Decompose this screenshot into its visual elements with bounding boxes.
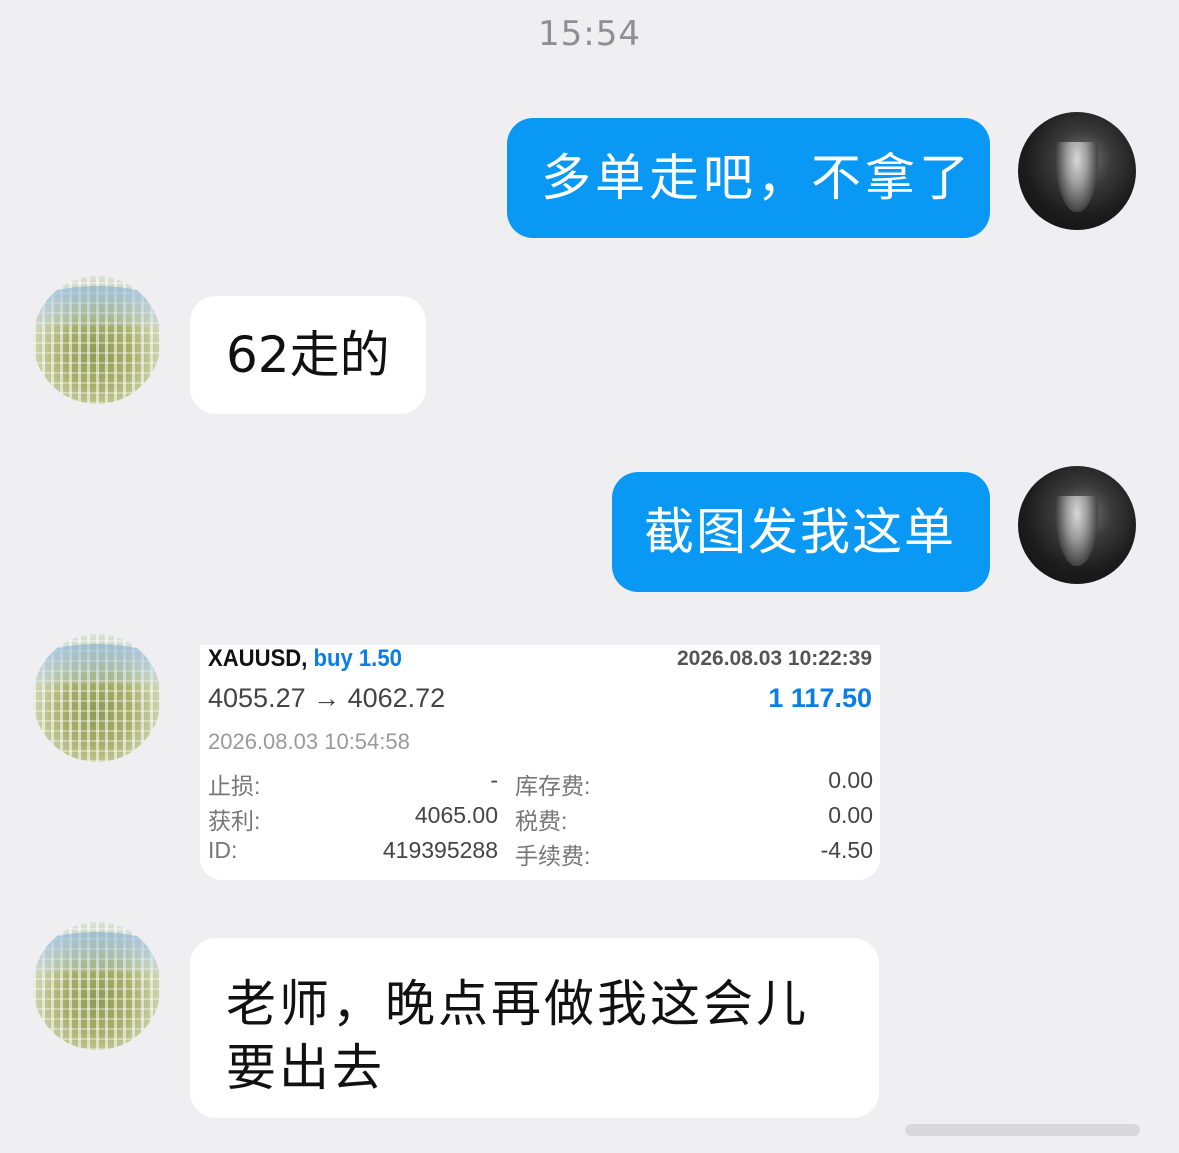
trade-profit: 1 117.50 (768, 683, 872, 713)
contact-avatar[interactable] (33, 276, 161, 404)
outgoing-message-bubble[interactable]: 截图发我这单 (612, 472, 990, 592)
message-text: 62走的 (226, 326, 390, 384)
tax-label: 税费: (515, 808, 568, 834)
trade-prices: 4055.27 → 4062.72 (208, 683, 446, 713)
message-timestamp: 15:54 (538, 14, 641, 54)
trade-screenshot-image[interactable]: XAUUSD, buy 1.50 2026.08.03 10:22:39 405… (200, 645, 880, 880)
take-profit-value: 4065.00 (414, 802, 498, 828)
trade-detail-row: 获利: 4065.00 税费: 0.00 (208, 802, 873, 834)
stop-loss-label: 止损: (208, 773, 261, 799)
trade-close-time: 2026.08.03 10:54:58 (208, 729, 410, 754)
trade-direction: buy 1.50 (313, 645, 402, 672)
swap-value: 0.00 (828, 767, 873, 793)
order-id-value: 419395288 (382, 837, 498, 863)
contact-avatar[interactable] (33, 922, 161, 1050)
avatar-photo (1056, 496, 1098, 566)
my-avatar[interactable] (1018, 112, 1136, 230)
trade-open-time: 2026.08.03 10:22:39 (677, 647, 872, 670)
outgoing-message-bubble[interactable]: 多单走吧，不拿了 (507, 118, 990, 238)
commission-value: -4.50 (820, 837, 873, 863)
swap-label: 库存费: (515, 773, 591, 799)
tax-value: 0.00 (828, 802, 873, 828)
incoming-message-bubble[interactable]: 62走的 (190, 296, 426, 414)
message-text: 多单走吧，不拿了 (541, 149, 973, 207)
trade-detail-row: ID: 419395288 手续费: -4.50 (208, 837, 873, 869)
commission-label: 手续费: (515, 843, 591, 869)
contact-avatar[interactable] (33, 634, 161, 762)
message-text: 截图发我这单 (644, 503, 956, 561)
home-indicator (905, 1124, 1140, 1136)
avatar-photo (1056, 142, 1098, 212)
message-text: 老师，晚点再做我这会儿要出去 (226, 975, 809, 1097)
trade-symbol: XAUUSD, buy 1.50 (208, 645, 402, 672)
trade-detail-row: 止损: - 库存费: 0.00 (208, 767, 873, 799)
incoming-message-bubble[interactable]: 老师，晚点再做我这会儿要出去 (190, 938, 879, 1118)
my-avatar[interactable] (1018, 466, 1136, 584)
take-profit-label: 获利: (208, 808, 261, 834)
stop-loss-value: - (490, 767, 498, 793)
order-id-label: ID: (208, 837, 238, 863)
